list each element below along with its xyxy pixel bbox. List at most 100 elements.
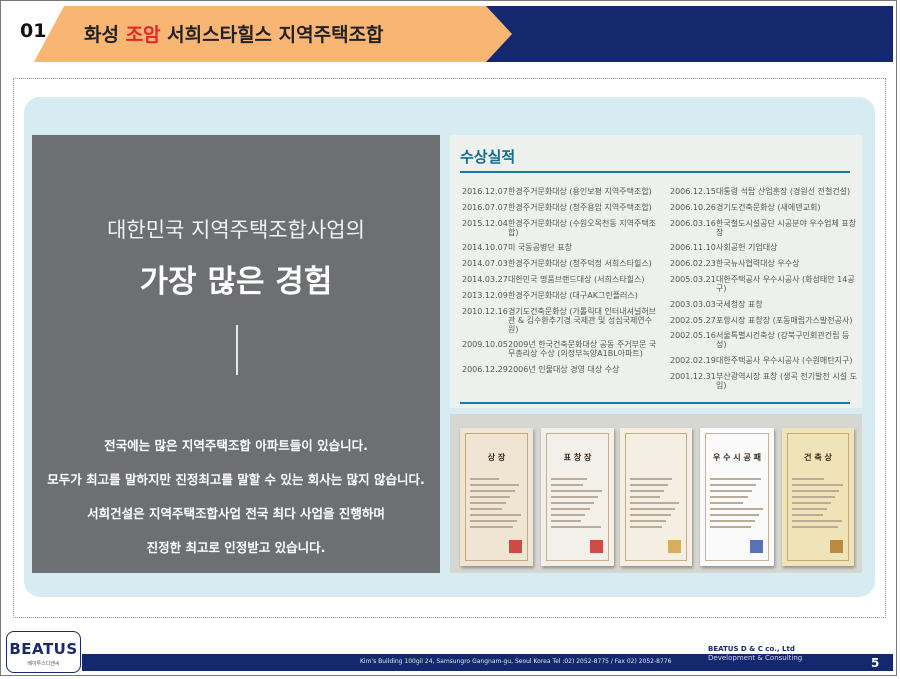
- intro-panel: 대한민국 지역주택조합사업의 가장 많은 경험 전국에는 많은 지역주택조합 아…: [32, 135, 440, 573]
- certificate-text-line: [792, 490, 840, 492]
- award-text: 한경주거문화대상 (청주덕정 서희스타힐스): [508, 259, 652, 269]
- certificate-seal-icon: [668, 540, 681, 553]
- certificate-text-line: [470, 502, 507, 504]
- certificate-text-line: [710, 508, 764, 510]
- award-row: 2002.02.19 대한주택공사 우수시공사 (수원매탄지구): [670, 356, 858, 365]
- certificate-text-line: [470, 514, 522, 516]
- certificate-seal-icon: [590, 540, 603, 553]
- certificate-text-line: [710, 520, 755, 522]
- page-title: 화성 조암 서희스타힐스 지역주택조합: [84, 20, 384, 47]
- award-text: 국세청장 표창: [716, 299, 763, 309]
- intro-subtitle: 대한민국 지역주택조합사업의: [107, 218, 365, 242]
- awards-list-right: 2006.12.15 대통령 석탑 산업훈장 (경원선 전철건설) 2006.10.…: [670, 187, 858, 397]
- award-date: 2006.11.10: [670, 243, 716, 253]
- intro-line-2: 모두가 최고를 말하지만 진정최고를 말할 수 있는 회사는 많지 않습니다.: [47, 472, 425, 487]
- certificate-image: [620, 428, 692, 566]
- certificate-seal-icon: [830, 540, 843, 553]
- certificate-text-line: [470, 478, 500, 480]
- award-text: 경기도건축문화상 (새에덴교회): [716, 202, 821, 212]
- logo-text: BEATUS: [9, 640, 78, 658]
- award-text: 대한민국 명품브랜드대상 (서희스타힐스): [508, 274, 645, 284]
- certificate-image: 우 수 시 공 패: [700, 428, 774, 566]
- title-highlight: 조암: [125, 24, 161, 46]
- certificate-text-line: [551, 478, 588, 480]
- award-row: 2015.12.04 한경주거문화대상 (수원오목천동 지역주택조합): [462, 219, 660, 237]
- award-text: 2006년 인물대상 경영 대상 수상: [508, 365, 620, 375]
- certificate-text-line: [710, 514, 760, 516]
- award-row: 2006.11.10 사회공헌 기업대상: [670, 243, 858, 252]
- footer-company: BEATUS D & C co., Ltd Development & Cons…: [708, 645, 802, 662]
- certificate-text-line: [792, 484, 844, 486]
- logo-subtext: 베아투스디앤씨: [27, 661, 60, 667]
- award-text: 부산광역시장 표창 (생곡 전기발전 시설 도입): [716, 371, 857, 390]
- certificate-text-line: [630, 508, 675, 510]
- certificate-text-line: [792, 502, 831, 504]
- award-row: 2006.12.15 대통령 석탑 산업훈장 (경원선 전철건설): [670, 187, 858, 196]
- certificate-title: 건 축 상: [804, 452, 832, 462]
- award-row: 2016.07.07 한경주거문화대상 (청주용암 지역주택조합): [462, 203, 660, 212]
- award-row: 2006.03.16 한국철도시설공단 시공분야 우수업체 표창장: [670, 219, 858, 237]
- section-header: 01 화성 조암 서희스타힐스 지역주택조합: [4, 6, 893, 62]
- certificate-title: 상 장: [487, 452, 506, 462]
- intro-line-3: 서희건설은 지역주택조합사업 전국 최다 사업을 진행하며: [87, 506, 385, 521]
- certificates-panel: 상 장표 창 장우 수 시 공 패건 축 상: [450, 414, 862, 573]
- award-row: 2005.03.21 대한주택공사 우수시공사 (화성태안 14공구): [670, 275, 858, 293]
- award-date: 2006.10.26: [670, 202, 716, 212]
- award-text: 미 국동공병단 표창: [508, 243, 572, 253]
- certificate-text-line: [630, 490, 664, 492]
- certificate-text-line: [470, 484, 519, 486]
- award-text: 경기도건축문화상 (가톨릭대 인터내셔널허브관 & 김수환추기경 국제관 및 성…: [508, 306, 657, 334]
- page-number: 5: [871, 656, 880, 670]
- title-suffix: 서희스타힐스 지역주택조합: [160, 24, 384, 46]
- award-row: 2006.10.26 경기도건축문화상 (새에덴교회): [670, 203, 858, 212]
- company-logo: BEATUS 베아투스디앤씨: [6, 631, 81, 673]
- award-row: 2010.12.16 경기도건축문화상 (가톨릭대 인터내셔널허브관 & 김수환추…: [462, 307, 660, 334]
- intro-heading: 가장 많은 경험: [139, 264, 333, 300]
- certificate-text-line: [630, 496, 660, 498]
- award-date: 2013.12.09: [462, 290, 508, 300]
- certificate-text-line: [551, 520, 582, 522]
- certificate-text-line: [551, 496, 599, 498]
- divider-line: [236, 325, 238, 375]
- certificate-text-lines: [710, 478, 764, 532]
- award-date: 2014.07.03: [462, 259, 508, 269]
- certificate-text-line: [792, 478, 825, 480]
- footer-company-name: BEATUS D & C co., Ltd: [708, 645, 795, 653]
- award-text: 대한주택공사 우수시공사 (수원매탄지구): [716, 356, 853, 366]
- certificate-text-line: [551, 502, 594, 504]
- section-number: 01: [20, 20, 47, 42]
- certificate-image: 상 장: [460, 428, 533, 566]
- award-text: 사회공헌 기업대상: [716, 243, 778, 253]
- certificate-text-line: [551, 484, 583, 486]
- certificate-text-line: [792, 526, 838, 528]
- award-date: 2009.10.05: [462, 340, 508, 350]
- award-row: 2006.12.29 2006년 인물대상 경영 대상 수상: [462, 365, 660, 374]
- award-date: 2006.12.29: [462, 365, 508, 375]
- certificate-title: 우 수 시 공 패: [713, 452, 761, 462]
- certificate-text-line: [710, 484, 757, 486]
- award-text: 한국철도시설공단 시공분야 우수업체 표창장: [716, 218, 857, 237]
- footer-tagline: Development & Consulting: [708, 654, 803, 662]
- certificate-text-line: [792, 520, 842, 522]
- award-row: 2002.05.16 서울특별시건축상 (강북구민회관건립 등성): [670, 331, 858, 349]
- certificate-text-line: [710, 490, 753, 492]
- awards-title-rule: [460, 171, 850, 173]
- award-date: 2002.05.16: [670, 331, 716, 341]
- certificate-text-line: [470, 520, 518, 522]
- certificate-text-line: [470, 526, 513, 528]
- award-text: 한경주거문화대상 (수원오목천동 지역주택조합): [508, 218, 657, 237]
- certificate-text-lines: [470, 478, 523, 532]
- award-date: 2014.03.27: [462, 274, 508, 284]
- certificate-seal-icon: [509, 540, 522, 553]
- certificate-text-line: [710, 496, 748, 498]
- certificate-text-line: [792, 508, 827, 510]
- award-row: 2006.02.23 한국뉴사협력대상 우수상: [670, 259, 858, 268]
- certificate-text-line: [551, 490, 603, 492]
- intro-paragraph: 전국에는 많은 지역주택조합 아파트들이 있습니다. 모두가 최고를 말하지만 …: [32, 429, 440, 565]
- awards-list-left: 2016.12.07 한경주거문화대상 (용인보평 지역주택조합) 2016.07.…: [462, 187, 660, 381]
- award-text: 한경주거문화대상 (용인보평 지역주택조합): [508, 187, 652, 196]
- award-row: 2014.03.27 대한민국 명품브랜드대상 (서희스타힐스): [462, 275, 660, 284]
- award-row: 2009.10.05 2009년 한국건축문화대상 공동 주거부문 국무총리상 수…: [462, 340, 660, 358]
- award-date: 2006.12.15: [670, 187, 716, 196]
- award-text: 대통령 석탑 산업훈장 (경원선 전철건설): [716, 187, 851, 196]
